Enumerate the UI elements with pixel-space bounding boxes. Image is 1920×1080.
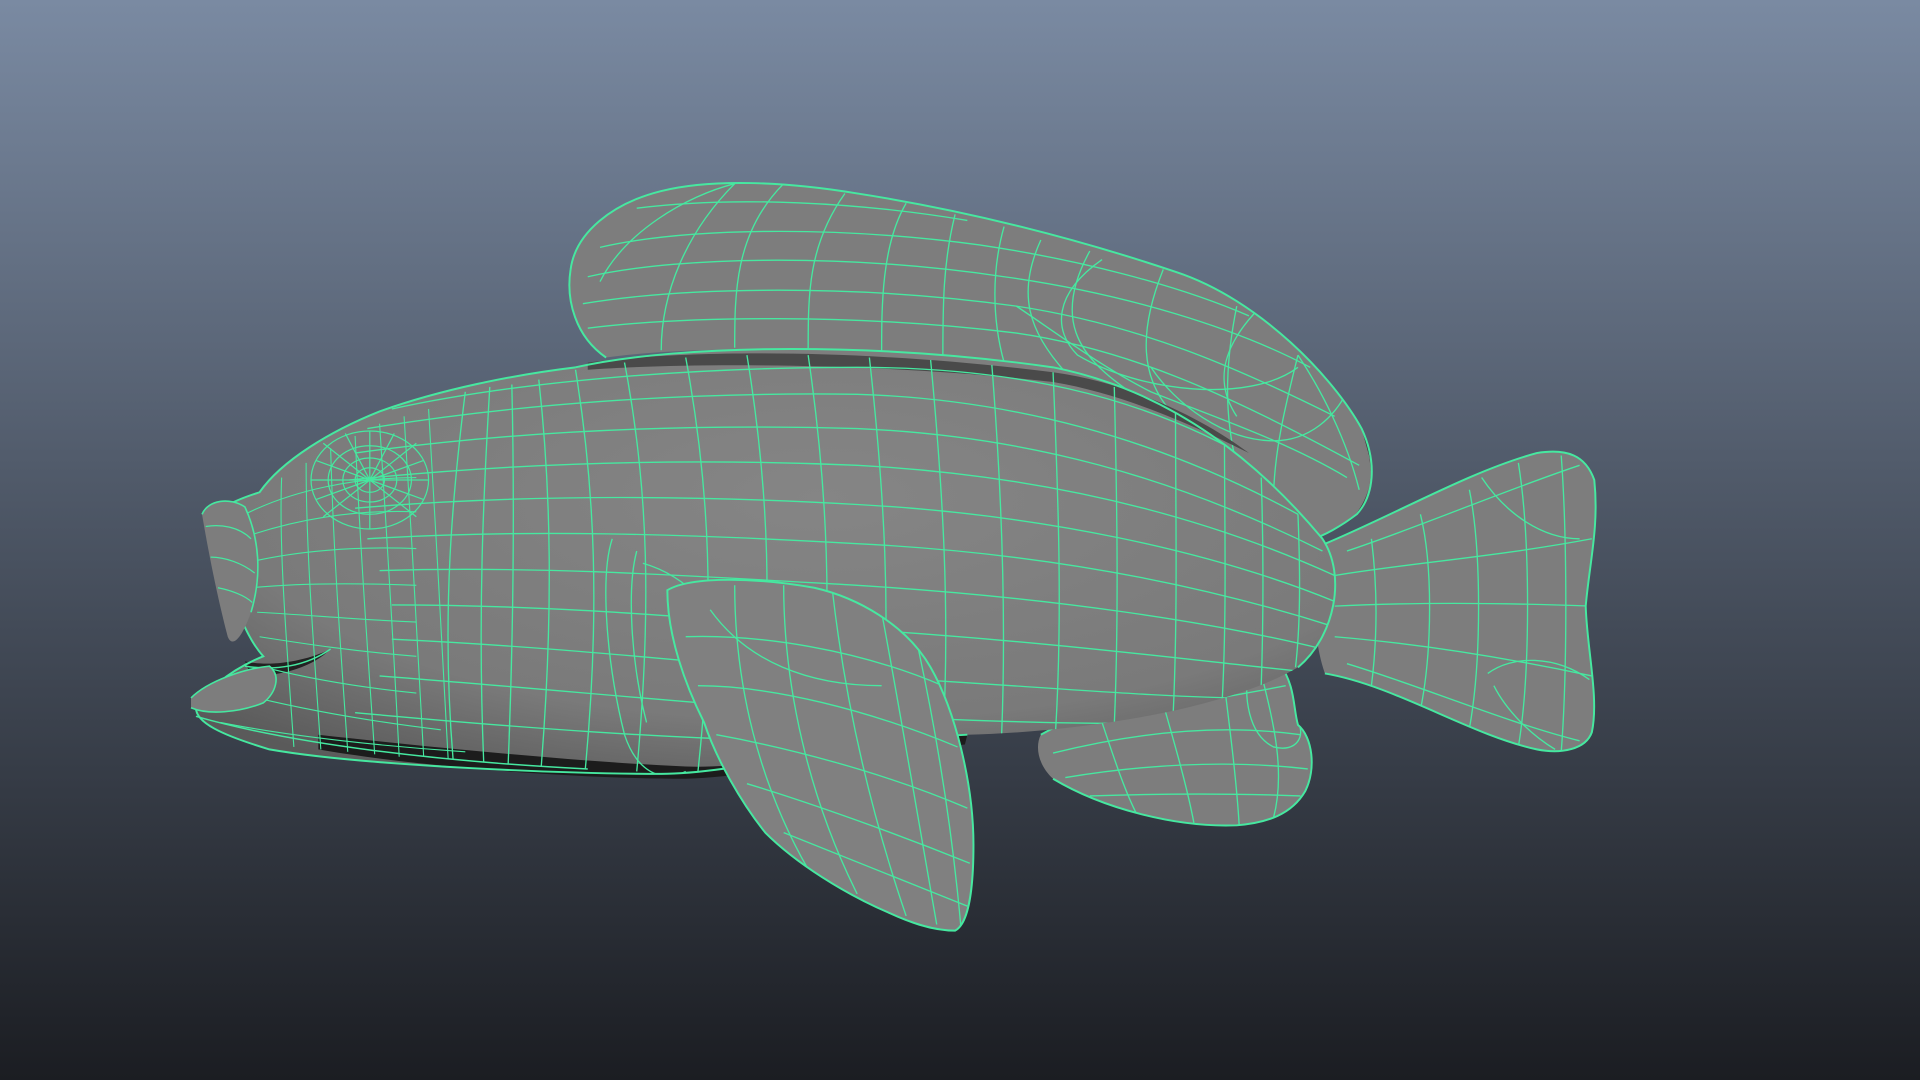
viewport-canvas[interactable]: [0, 0, 1920, 1080]
3d-viewport[interactable]: [0, 0, 1920, 1080]
eye: [310, 430, 430, 530]
